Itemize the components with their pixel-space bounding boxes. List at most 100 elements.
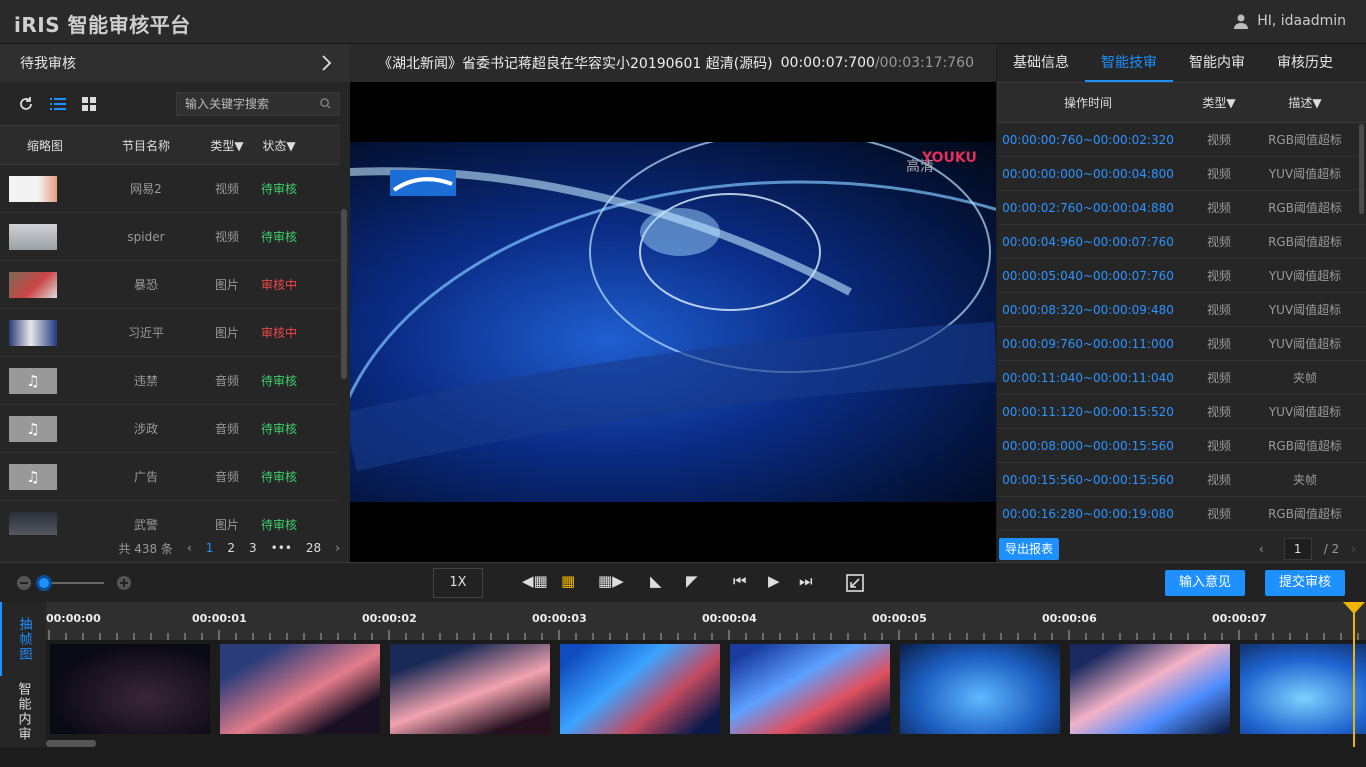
thumbnail (9, 511, 57, 535)
detail-tabs: 基础信息 智能技审 智能内审 审核历史 (997, 44, 1366, 82)
list-scrollbar[interactable] (341, 209, 347, 379)
time-ruler[interactable]: 00:00:00 00:00:01 00:00:02 00:00:03 00:0… (46, 602, 1366, 640)
col-issue-type[interactable]: 类型▼ (1179, 94, 1259, 111)
grid-view-icon[interactable] (82, 96, 96, 111)
tab-extracted-frames[interactable]: 抽帧图 (0, 602, 46, 676)
page-ellipsis[interactable]: ••• (271, 541, 292, 555)
tick-label: 00:00:07 (1212, 612, 1267, 625)
frame-thumbnail[interactable] (900, 644, 1060, 734)
list-item[interactable]: 习近平 图片 审核中 (0, 309, 340, 357)
page-1[interactable]: 1 (206, 541, 214, 555)
table-row[interactable]: 00:00:15:560~00:00:15:560 视频 夹帧 (997, 463, 1366, 497)
list-item[interactable]: 暴恐 图片 审核中 (0, 261, 340, 309)
list-item[interactable]: ♫ 违禁 音频 待审核 (0, 357, 340, 405)
frame-thumbnail[interactable] (560, 644, 720, 734)
chevron-right-icon[interactable] (322, 55, 332, 71)
player-header: 《湖北新闻》省委书记蒋超良在华容实小20190601 超清(源码) 00:00:… (350, 44, 996, 82)
next-page-icon[interactable]: › (1351, 542, 1356, 556)
page-2[interactable]: 2 (227, 541, 235, 555)
table-row[interactable]: 00:00:04:960~00:00:07:760 视频 RGB阈值超标 (997, 225, 1366, 259)
col-desc[interactable]: 描述▼ (1259, 94, 1351, 111)
zoom-slider-handle[interactable] (36, 575, 52, 591)
col-type[interactable]: 类型▼ (202, 137, 252, 154)
export-report-button[interactable]: 导出报表 (999, 538, 1060, 560)
issue-footer: 导出报表 ‹ 1 / 2 › (997, 536, 1366, 562)
zoom-in-icon[interactable] (116, 575, 132, 591)
status-badge: 待审核 (260, 230, 297, 244)
user-menu[interactable]: HI, idaadmin (1233, 13, 1346, 29)
table-row[interactable]: 00:00:08:320~00:00:09:480 视频 YUV阈值超标 (997, 293, 1366, 327)
skip-back-icon[interactable]: ⏮ (733, 572, 747, 590)
frame-thumbnail[interactable] (50, 644, 210, 734)
current-frame-icon[interactable]: ▦ (561, 572, 575, 590)
tab-smart-tech-review[interactable]: 智能技审 (1085, 44, 1173, 82)
user-name: HI, idaadmin (1257, 13, 1346, 29)
issue-scrollbar[interactable] (1359, 124, 1364, 214)
total-count: 共 438 条 (118, 541, 173, 556)
video-graphic (350, 142, 996, 472)
issue-rows: 00:00:00:760~00:00:02:320 视频 RGB阈值超标 00:00… (997, 123, 1366, 533)
frame-thumbnail[interactable] (220, 644, 380, 734)
page-3[interactable]: 3 (249, 541, 257, 555)
status-badge: 审核中 (260, 326, 297, 340)
tab-review-history[interactable]: 审核历史 (1261, 44, 1349, 82)
app-logo: iRIS 智能审核平台 (14, 13, 191, 37)
timeline-scrollbar[interactable] (46, 740, 96, 747)
frame-thumbnail[interactable] (1070, 644, 1230, 734)
col-status[interactable]: 状态▼ (252, 137, 306, 154)
page-input[interactable]: 1 (1283, 538, 1312, 560)
next-frame-icon[interactable]: ▦▶ (598, 572, 624, 590)
table-row[interactable]: 00:00:08:000~00:00:15:560 视频 RGB阈值超标 (997, 429, 1366, 463)
play-icon[interactable]: ▶ (768, 572, 780, 590)
zoom-out-icon[interactable] (16, 575, 32, 591)
table-row[interactable]: 00:00:11:120~00:00:15:520 视频 YUV阈值超标 (997, 395, 1366, 429)
search-input[interactable]: 输入关键字搜索 (176, 91, 340, 116)
prev-page-icon[interactable]: ‹ (187, 541, 192, 555)
table-row[interactable]: 00:00:16:280~00:00:19:080 视频 RGB阈值超标 (997, 497, 1366, 531)
prev-page-icon[interactable]: ‹ (1259, 542, 1264, 556)
music-note-icon: ♫ (9, 463, 57, 490)
table-row[interactable]: 00:00:02:760~00:00:04:880 视频 RGB阈值超标 (997, 191, 1366, 225)
speed-selector[interactable]: 1X (433, 568, 483, 598)
frame-thumbnail[interactable] (390, 644, 550, 734)
table-row[interactable]: 00:00:00:760~00:00:02:320 视频 RGB阈值超标 (997, 123, 1366, 157)
input-opinion-button[interactable]: 输入意见 (1165, 570, 1245, 596)
video-frame[interactable]: 高清 YOUKU (350, 142, 996, 502)
page-28[interactable]: 28 (306, 541, 321, 555)
list-item[interactable]: 武警 图片 待审核 (0, 501, 340, 535)
list-view-icon[interactable] (50, 97, 66, 111)
tab-smart-content-review[interactable]: 智能内审 (1173, 44, 1261, 82)
tab-basic-info[interactable]: 基础信息 (997, 44, 1085, 82)
refresh-icon[interactable] (18, 96, 34, 112)
user-icon (1234, 14, 1249, 29)
table-row[interactable]: 00:00:00:000~00:00:04:800 视频 YUV阈值超标 (997, 157, 1366, 191)
time-display: 00:00:07:700/00:03:17:760 (780, 55, 974, 71)
list-item[interactable]: 网易2 视频 待审核 (0, 165, 340, 213)
table-row[interactable]: 00:00:11:040~00:00:11:040 视频 夹帧 (997, 361, 1366, 395)
list-rows: 网易2 视频 待审核 spider 视频 待审核 暴恐 图片 审核中 习近平 图… (0, 165, 340, 535)
submit-review-button[interactable]: 提交审核 (1265, 570, 1345, 596)
status-badge: 待审核 (260, 182, 297, 196)
list-item[interactable]: ♫ 涉政 音频 待审核 (0, 405, 340, 453)
skip-forward-icon[interactable]: ⏭ (799, 572, 813, 590)
export-clip-icon[interactable] (846, 574, 864, 592)
search-icon[interactable] (320, 98, 331, 109)
list-item[interactable]: ♫ 广告 音频 待审核 (0, 453, 340, 501)
playhead[interactable] (1353, 602, 1355, 747)
mark-out-icon[interactable]: ◤ (686, 572, 698, 590)
prev-frame-icon[interactable]: ◀▦ (522, 572, 548, 590)
next-page-icon[interactable]: › (335, 541, 340, 555)
frame-thumbnail[interactable] (730, 644, 890, 734)
thumbnail (9, 271, 57, 298)
list-toolbar: 输入关键字搜索 (0, 82, 350, 125)
tab-content-review[interactable]: 智能内审 (0, 676, 46, 747)
table-row[interactable]: 00:00:09:760~00:00:11:000 视频 YUV阈值超标 (997, 327, 1366, 361)
table-row[interactable]: 00:00:05:040~00:00:07:760 视频 YUV阈值超标 (997, 259, 1366, 293)
timeline: 抽帧图 智能内审 00:00:00 00:00:01 00:00:02 00:0… (0, 602, 1366, 767)
thumbnail (9, 223, 57, 250)
col-thumbnail: 缩略图 (26, 138, 63, 153)
mark-in-icon[interactable]: ◣ (650, 572, 662, 590)
list-item[interactable]: spider 视频 待审核 (0, 213, 340, 261)
playhead-marker-icon[interactable] (1343, 602, 1365, 614)
frame-thumbnail[interactable] (1240, 644, 1366, 734)
